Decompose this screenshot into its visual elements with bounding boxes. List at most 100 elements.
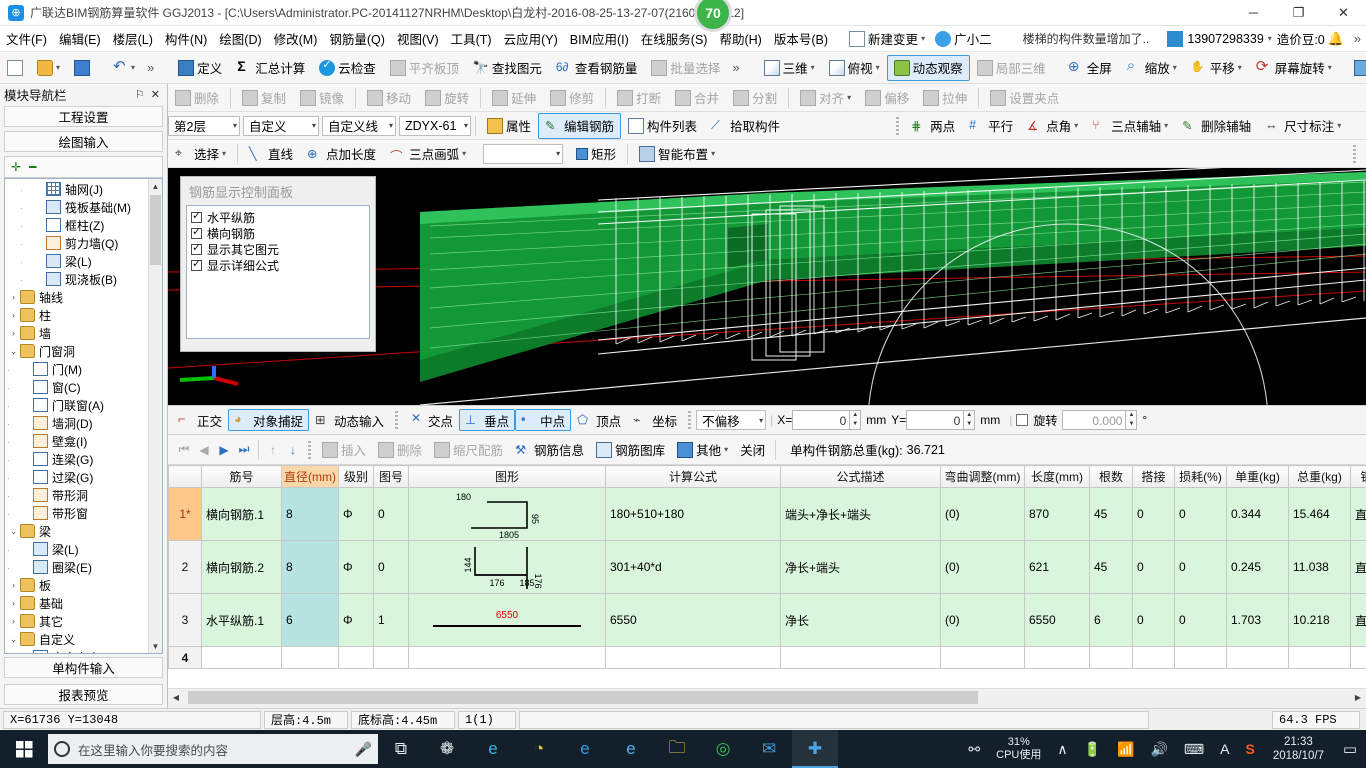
cell-desc[interactable]: 净长	[780, 593, 941, 647]
wifi-icon[interactable]: 📶	[1109, 741, 1142, 758]
tree-item-23[interactable]: › 基础	[5, 594, 148, 612]
point-length-button[interactable]: ⊕ 点加长度	[300, 141, 383, 167]
set-grip-button[interactable]: 设置夹点	[983, 85, 1066, 111]
cell-shape[interactable]: 180 95 1805	[408, 487, 606, 541]
tree-twisty[interactable]: ›	[7, 616, 20, 626]
row-header[interactable]: 3	[168, 593, 202, 647]
intersection-toggle[interactable]: 交点	[403, 409, 459, 431]
cell-bend[interactable]	[940, 646, 1025, 669]
rotate-button[interactable]: 旋转	[418, 85, 476, 111]
cell-loss[interactable]: 0	[1174, 540, 1227, 594]
tree-twisty[interactable]: ⌄	[7, 346, 20, 357]
tree-item-0[interactable]: · 轴网(J)	[5, 180, 148, 198]
new-change-button[interactable]: 新建变更 ▾	[844, 27, 930, 50]
cell-count[interactable]: 45	[1089, 487, 1133, 541]
rebar-data-grid[interactable]: 筋号 直径(mm) 级别 图号 图形 计算公式 公式描述 弯曲调整(mm) 长度(mm) 根数 搭接…	[168, 465, 1366, 693]
cell-lap[interactable]: 0	[1132, 540, 1175, 594]
minimize-button[interactable]: ─	[1231, 0, 1276, 26]
smart-layout-button[interactable]: 智能布置 ▾	[632, 141, 722, 167]
cell-rtype[interactable]	[1350, 646, 1366, 669]
x-spinner[interactable]: ▲ ▼	[850, 410, 862, 430]
tree-item-15[interactable]: · 连梁(G)	[5, 450, 148, 468]
cell-count[interactable]: 45	[1089, 540, 1133, 594]
rebar-option-row[interactable]: 水平纵筋	[191, 209, 365, 225]
phone-account[interactable]: 13907298339 ▾	[1167, 30, 1272, 47]
show-other-elements-checkbox[interactable]	[191, 241, 202, 255]
user-account-button[interactable]: 广小二	[930, 27, 997, 50]
cell-shape[interactable]: 6550	[408, 593, 606, 647]
people-icon[interactable]: ⚯	[960, 741, 988, 758]
cell-diam[interactable]: 8	[281, 540, 339, 594]
tree-item-2[interactable]: · 框柱(Z)	[5, 216, 148, 234]
tree-item-18[interactable]: · 带形窗	[5, 504, 148, 522]
row-header[interactable]: 4	[168, 646, 202, 669]
batch-select-button[interactable]: 批量选择	[644, 55, 727, 81]
cell-desc[interactable]	[780, 646, 941, 669]
rebar-display-control-panel[interactable]: 钢筋显示控制面板 水平纵筋 横向钢筋 显示其它图元 显示详细公式	[180, 176, 376, 352]
ime-icon[interactable]: A	[1212, 741, 1237, 757]
tree-item-5[interactable]: · 现浇板(B)	[5, 270, 148, 288]
tree-item-9[interactable]: ⌄ 门窗洞	[5, 342, 148, 360]
menu-bim[interactable]: BIM应用(I)	[564, 26, 635, 51]
cell-name[interactable]: 横向钢筋.2	[201, 540, 282, 594]
floor-selector[interactable]: 第2层 ▾	[168, 115, 240, 136]
tree-item-21[interactable]: · 圈梁(E)	[5, 558, 148, 576]
cell-name[interactable]	[201, 646, 282, 669]
category-selector[interactable]: 自定义 ▾	[243, 115, 319, 136]
menu-floor[interactable]: 楼层(L)	[107, 26, 159, 51]
other-button[interactable]: 其他 ▾	[671, 437, 734, 462]
sidebar-close-icon[interactable]: ✕	[148, 88, 163, 101]
taskbar-clock[interactable]: 21:33 2018/10/7	[1263, 735, 1334, 763]
cell-rtype[interactable]: 直筋	[1350, 540, 1366, 594]
cell-totw[interactable]: 15.464	[1288, 487, 1351, 541]
battery-icon[interactable]: 🔋	[1076, 741, 1109, 758]
column-header-diam[interactable]: 直径(mm)	[281, 465, 339, 488]
column-header-shape[interactable]: 图形	[408, 465, 606, 488]
report-preview-button[interactable]: 报表预览	[4, 684, 163, 705]
cell-diam[interactable]	[281, 646, 339, 669]
row-header[interactable]: 1*	[168, 487, 202, 541]
column-header-loss[interactable]: 损耗(%)	[1174, 465, 1227, 488]
column-header-bend[interactable]: 弯曲调整(mm)	[940, 465, 1025, 488]
cell-name[interactable]: 横向钢筋.1	[201, 487, 282, 541]
menu-online-service[interactable]: 在线服务(S)	[635, 26, 714, 51]
dynamic-input-toggle[interactable]: ⊞ 动态输入	[309, 409, 390, 431]
tree-twisty[interactable]: ›	[7, 598, 20, 608]
tree-item-12[interactable]: · 门联窗(A)	[5, 396, 148, 414]
dimension-button[interactable]: ↔ 尺寸标注 ▾	[1258, 113, 1348, 139]
taskbar-app-fan[interactable]: ❁	[424, 730, 470, 768]
expand-all-icon[interactable]: ✛	[11, 160, 21, 174]
cell-unitw[interactable]: 1.703	[1226, 593, 1289, 647]
cell-lap[interactable]	[1132, 646, 1175, 669]
trim-button[interactable]: 修剪	[543, 85, 601, 111]
single-component-input-button[interactable]: 单构件输入	[4, 657, 163, 678]
table-row[interactable]: 3 水平纵筋.1 6 Φ 1 6550 6550 净长 (0) 6550 6 0 0 1.703 10.21…	[168, 593, 1366, 647]
column-header-count[interactable]: 根数	[1089, 465, 1133, 488]
select-tool-button[interactable]: ⌖ 选择 ▾	[168, 141, 233, 167]
menu-cloud[interactable]: 云应用(Y)	[498, 26, 564, 51]
extend-button[interactable]: 延伸	[485, 85, 543, 111]
tree-item-26[interactable]: · 自定义点	[5, 648, 148, 653]
column-header-name[interactable]: 筋号	[201, 465, 282, 488]
zoom-button[interactable]: 缩放▾	[1119, 55, 1184, 81]
cell-grade[interactable]	[338, 646, 374, 669]
define-button[interactable]: 定义	[171, 55, 229, 81]
cell-pic[interactable]: 1	[373, 593, 409, 647]
horizontal-longitudinal-checkbox[interactable]	[191, 209, 202, 223]
local-3d-button[interactable]: 局部三维	[970, 55, 1053, 81]
taskbar-ggj-app[interactable]: ✚	[792, 730, 838, 768]
cell-totw[interactable]: 10.218	[1288, 593, 1351, 647]
cell-totw[interactable]: 11.038	[1288, 540, 1351, 594]
cell-name[interactable]: 水平纵筋.1	[201, 593, 282, 647]
rebar-info-button[interactable]: ⚒ 钢筋信息	[509, 437, 590, 462]
transverse-rebar-checkbox[interactable]	[191, 225, 202, 239]
arc-3point-button[interactable]: ⌒ 三点画弧 ▾	[383, 141, 473, 167]
taskbar-file-explorer[interactable]: 🗀	[654, 730, 700, 768]
menu-modify[interactable]: 修改(M)	[268, 26, 324, 51]
delete-button[interactable]: 删除	[168, 85, 226, 111]
tree-item-1[interactable]: · 筏板基础(M)	[5, 198, 148, 216]
cell-rtype[interactable]: 直筋	[1350, 593, 1366, 647]
find-element-button[interactable]: 🔭 查找图元	[466, 55, 549, 81]
column-header-len[interactable]: 长度(mm)	[1024, 465, 1090, 488]
tree-item-13[interactable]: · 墙洞(D)	[5, 414, 148, 432]
